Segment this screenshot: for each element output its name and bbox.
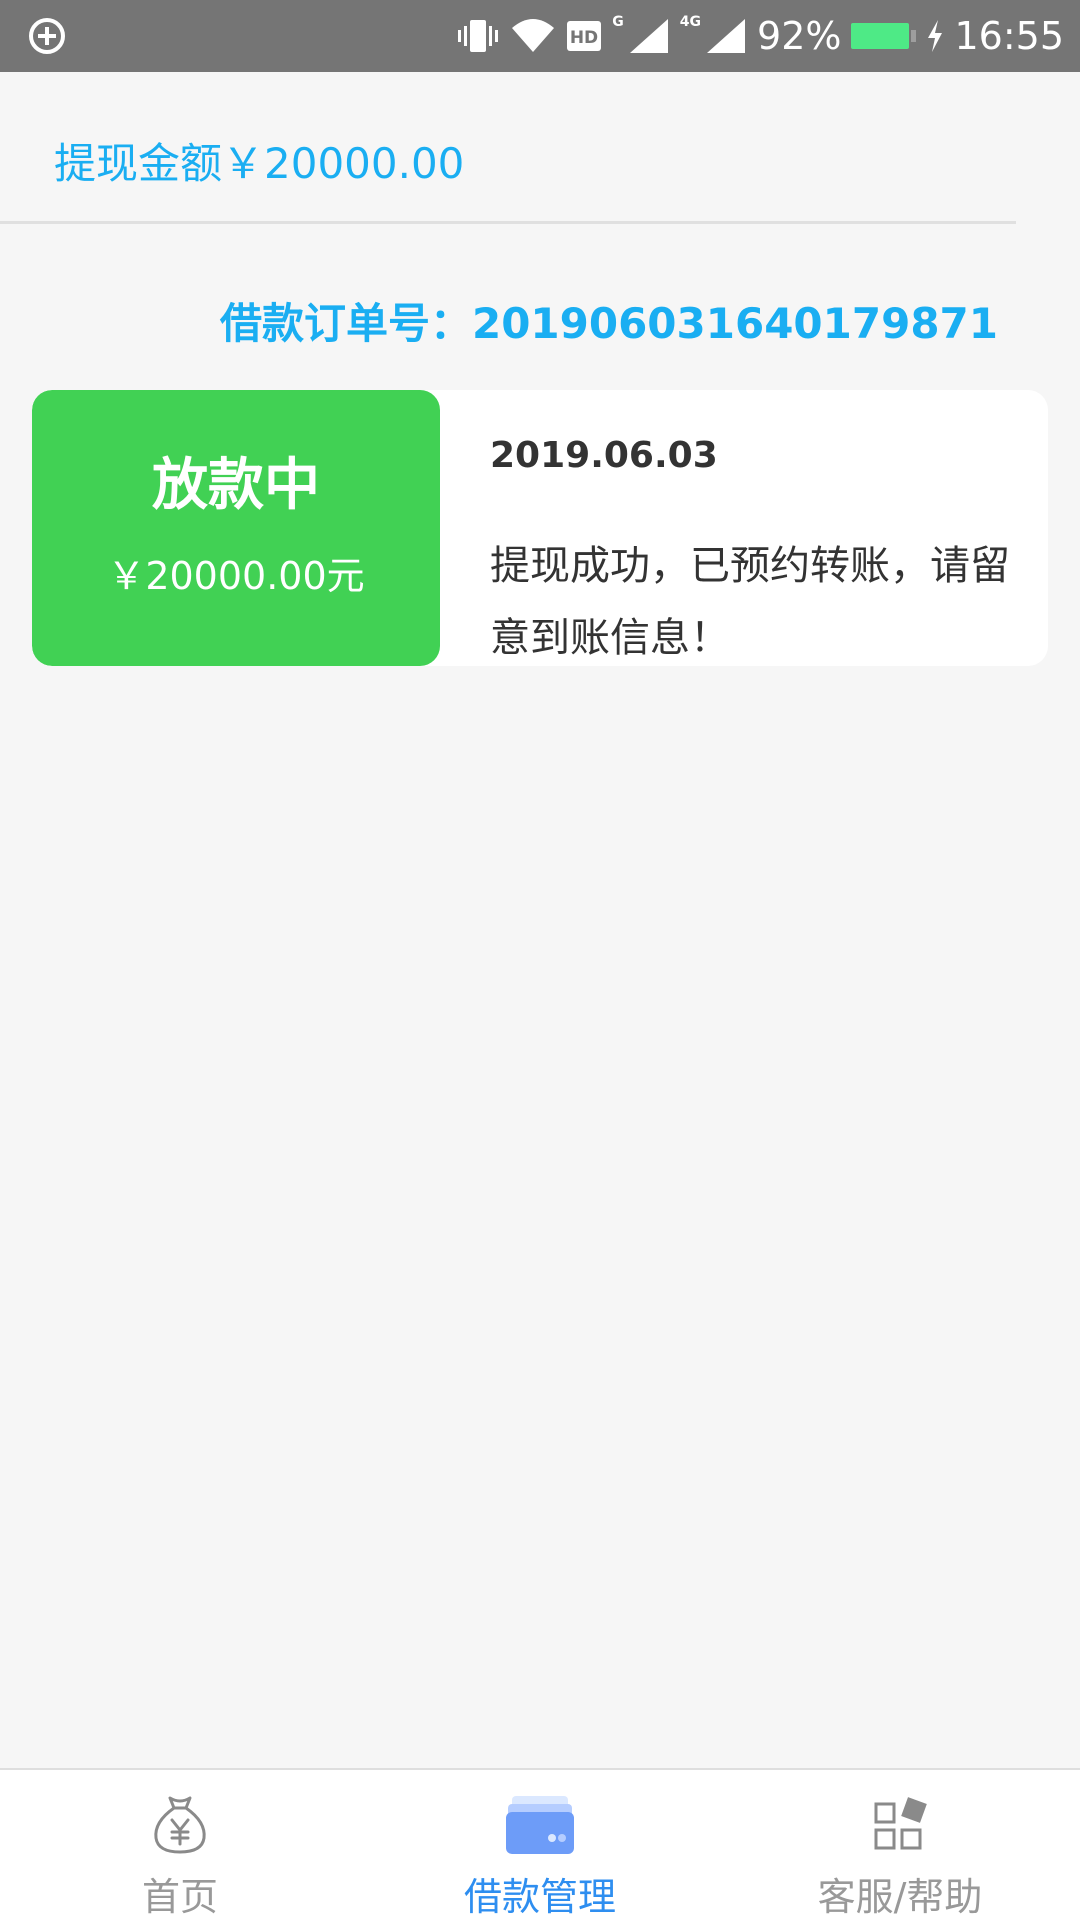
clock: 16:55 (954, 14, 1064, 58)
order-number-line: 借款订单号：201906031640179871 (220, 290, 998, 351)
grid-apps-icon (864, 1788, 936, 1860)
order-number-label: 借款订单号： (219, 299, 472, 348)
add-circle-icon (29, 18, 65, 54)
bottom-tab-bar: 首页 借款管理 客服/帮助 (0, 1768, 1080, 1922)
order-number-value: 201906031640179871 (471, 299, 998, 348)
tab-home-label: 首页 (141, 1875, 218, 1919)
wifi-icon (512, 19, 555, 52)
loan-status-panel: 放款中 ￥20000.00元 (32, 390, 440, 666)
signal-icon-2 (707, 19, 746, 53)
tab-loan-management-label: 借款管理 (463, 1875, 616, 1919)
loan-status-title: 放款中 (152, 453, 320, 518)
status-bar-right: HD G 4G 92% 16:55 (456, 0, 1064, 72)
charging-icon (928, 20, 943, 52)
tab-service-help[interactable]: 客服/帮助 (720, 1770, 1080, 1922)
vibrate-icon (458, 20, 499, 52)
hd-icon: HD (567, 21, 602, 51)
loan-status-message: 提现成功，已预约转账，请留意到账信息！ (490, 543, 1010, 661)
tab-loan-management[interactable]: 借款管理 (360, 1770, 720, 1922)
loan-order-card[interactable]: 放款中 ￥20000.00元 2019.06.03 提现成功，已预约转账，请留意… (32, 390, 1048, 666)
g-network-label: G (612, 14, 624, 30)
tab-service-help-label: 客服/帮助 (817, 1875, 983, 1919)
divider (0, 221, 1016, 224)
loan-date: 2019.06.03 (490, 435, 718, 476)
lte-network-label: 4G (679, 14, 702, 30)
withdraw-amount: 提现金额￥20000.00 (54, 139, 465, 188)
money-bag-icon (144, 1788, 216, 1860)
status-bar: HD G 4G 92% 16:55 (0, 0, 1080, 72)
signal-icon (629, 19, 668, 53)
battery-percent: 92% (757, 14, 842, 58)
battery-icon (851, 23, 917, 49)
loan-status-amount: ￥20000.00元 (107, 554, 365, 598)
wallet-icon (504, 1788, 576, 1860)
tab-home[interactable]: 首页 (0, 1770, 360, 1922)
svg-text:HD: HD (570, 28, 598, 48)
